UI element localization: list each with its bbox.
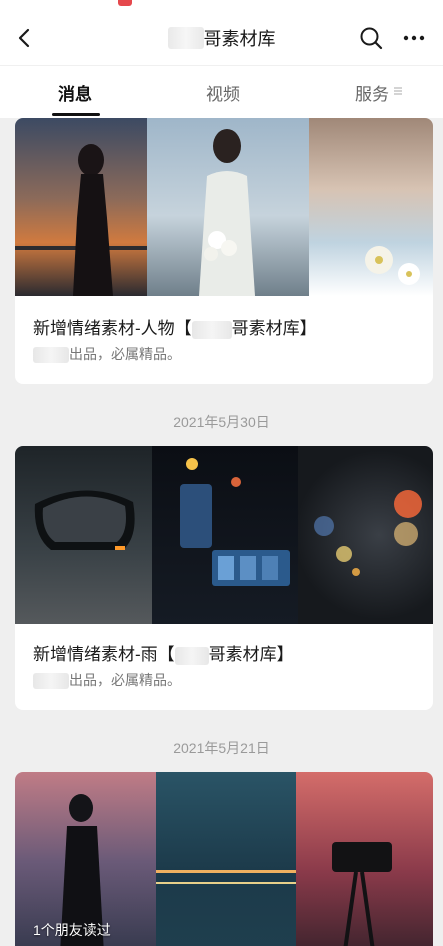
subtitle-text: 出品，必属精品。	[69, 346, 181, 362]
woman-flowers-photo	[147, 118, 309, 296]
status-bar	[0, 0, 443, 12]
notification-dot-icon	[118, 0, 132, 6]
title-prefix: 新增情绪素材-雨【	[33, 645, 175, 664]
title-suffix: 哥素材库】	[231, 319, 317, 338]
friends-read-label: 1个朋友读过	[33, 922, 111, 938]
tab-services[interactable]: 服务	[355, 80, 389, 105]
rainy-window-bokeh-photo	[298, 446, 433, 624]
article-card[interactable]: 1个朋友读过	[15, 772, 433, 946]
more-button[interactable]	[400, 24, 428, 52]
more-dots-icon	[403, 35, 425, 41]
menu-lines-icon	[394, 86, 402, 99]
article-card[interactable]: 新增情绪素材-雨【 哥素材库】 出品，必属精品。	[15, 446, 433, 710]
message-feed: 新增情绪素材-人物【 哥素材库】 出品，必属精品。 2021年5月30日 新增情…	[0, 118, 443, 946]
article-title[interactable]: 新增情绪素材-人物【 哥素材库】	[33, 314, 317, 339]
article-subtitle: 出品，必属精品。	[33, 344, 181, 364]
article-image-strip	[15, 118, 433, 296]
car-mirror-rain-photo	[15, 446, 152, 624]
active-tab-indicator	[52, 113, 100, 116]
daisy-closeup-photo	[309, 118, 433, 296]
page-title: 哥素材库	[203, 29, 276, 49]
search-button[interactable]	[357, 24, 385, 52]
tab-bar: 消息 视频 服务	[0, 65, 443, 118]
article-subtitle: 出品，必属精品。	[33, 670, 181, 690]
title-prefix: 新增情绪素材-人物【	[33, 319, 192, 338]
blurred-name-patch	[191, 320, 232, 339]
city-night-bridge-photo	[156, 772, 296, 946]
subtitle-text: 出品，必属精品。	[69, 672, 181, 688]
blurred-name-patch	[33, 673, 69, 690]
tripod-camera-photo	[296, 772, 433, 946]
car-dashboard-photo	[152, 446, 298, 624]
article-card[interactable]: 新增情绪素材-人物【 哥素材库】 出品，必属精品。	[15, 118, 433, 384]
nav-bar: 哥素材库	[0, 12, 443, 65]
tab-messages[interactable]: 消息	[58, 80, 92, 105]
title-suffix: 哥素材库】	[208, 645, 294, 664]
date-separator: 2021年5月21日	[173, 740, 270, 756]
tab-videos[interactable]: 视频	[206, 80, 240, 105]
blurred-name-patch	[174, 646, 209, 665]
blurred-name-patch	[167, 27, 204, 49]
blurred-name-patch	[33, 347, 69, 364]
search-icon	[360, 27, 383, 50]
article-title[interactable]: 新增情绪素材-雨【 哥素材库】	[33, 640, 294, 665]
date-separator: 2021年5月30日	[173, 414, 270, 430]
article-image-strip	[15, 446, 433, 624]
sunset-silhouette-photo	[15, 118, 147, 296]
